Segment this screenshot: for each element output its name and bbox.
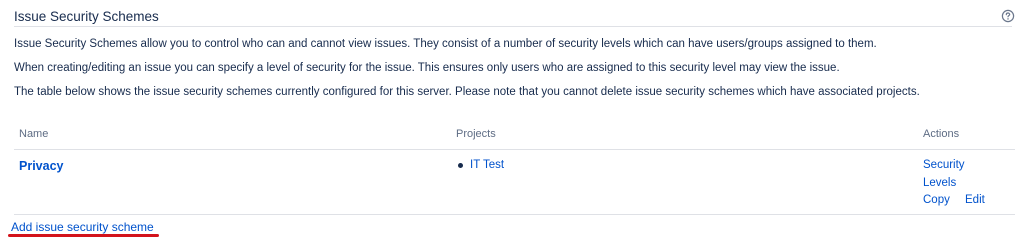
page-title: Issue Security Schemes — [14, 9, 159, 24]
description-paragraph: When creating/editing an issue you can s… — [14, 62, 840, 74]
column-header-name: Name — [19, 128, 49, 140]
scheme-name-link[interactable]: Privacy — [19, 159, 63, 173]
column-header-actions: Actions — [923, 128, 960, 140]
security-levels-link[interactable]: Security — [923, 159, 965, 171]
column-header-projects: Projects — [456, 128, 496, 140]
copy-link[interactable]: Copy — [923, 194, 950, 206]
annotation-underline — [8, 234, 159, 237]
table-header-divider — [14, 149, 1015, 150]
add-issue-security-scheme-link[interactable]: Add issue security scheme — [11, 220, 154, 234]
description-paragraph: Issue Security Schemes allow you to cont… — [14, 38, 877, 50]
bullet-icon — [458, 162, 463, 168]
security-levels-link-continued[interactable]: Levels — [923, 177, 956, 189]
edit-link[interactable]: Edit — [965, 194, 985, 206]
page-header: Issue Security Schemes — [14, 7, 1015, 27]
description-paragraph: The table below shows the issue security… — [14, 86, 920, 98]
help-icon[interactable] — [1001, 9, 1015, 23]
project-link[interactable]: IT Test — [470, 159, 504, 171]
table-row-divider — [14, 214, 1015, 215]
project-list-item: IT Test — [458, 159, 504, 171]
